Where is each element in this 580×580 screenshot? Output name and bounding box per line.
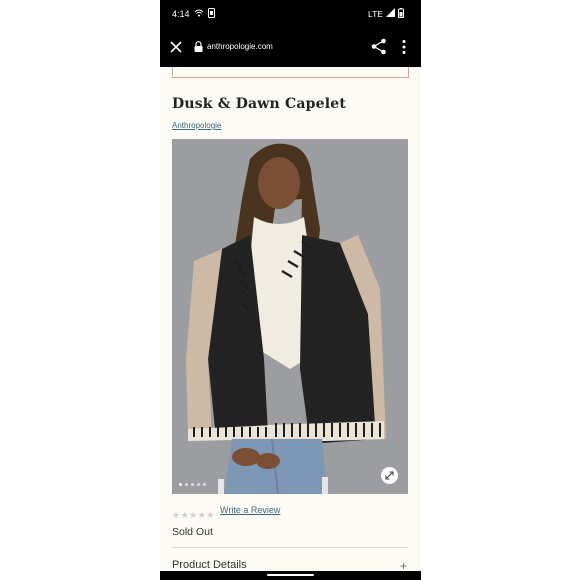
- brand-link[interactable]: Anthropologie: [172, 121, 221, 130]
- share-icon[interactable]: [371, 38, 387, 55]
- previous-section-box: [172, 67, 409, 78]
- gesture-bar: [160, 571, 421, 580]
- product-details-toggle[interactable]: Product Details: [172, 559, 247, 571]
- star-icon: ★: [180, 510, 189, 520]
- gallery-dot[interactable]: [179, 483, 182, 486]
- model-photo: [172, 139, 408, 494]
- product-image[interactable]: [172, 139, 408, 494]
- star-icon: ★: [206, 510, 215, 520]
- browser-toolbar: anthropologie.com: [160, 27, 421, 67]
- gallery-dot[interactable]: [191, 483, 194, 486]
- product-title: Dusk & Dawn Capelet: [172, 96, 347, 112]
- close-icon[interactable]: [168, 39, 184, 55]
- network-label: LTE: [368, 9, 383, 19]
- star-icon: ★: [197, 510, 206, 520]
- sim-icon: [208, 8, 215, 18]
- status-bar: 4:14 LTE: [160, 0, 421, 27]
- signal-icon: [386, 8, 395, 17]
- star-icon: ★: [189, 510, 198, 520]
- star-icon: ★: [172, 510, 181, 520]
- more-vert-icon[interactable]: [400, 39, 408, 55]
- stock-status: Sold Out: [172, 526, 213, 538]
- wifi-calling-icon: [194, 9, 204, 17]
- gallery-dot[interactable]: [203, 483, 206, 486]
- expand-image-button[interactable]: [381, 467, 398, 484]
- status-time: 4:14: [172, 9, 190, 19]
- lock-icon: [194, 41, 203, 52]
- divider: [172, 547, 408, 548]
- gallery-dot[interactable]: [185, 483, 188, 486]
- star-rating: ★★★★★: [172, 505, 215, 520]
- url-text[interactable]: anthropologie.com: [207, 42, 273, 51]
- gallery-dot[interactable]: [197, 483, 200, 486]
- phone-screen: 4:14 LTE anthropologie.com Dusk & Dawn C…: [160, 0, 421, 580]
- write-review-link[interactable]: Write a Review: [220, 505, 280, 515]
- battery-icon: [398, 8, 404, 18]
- expand-icon: [385, 471, 394, 480]
- home-indicator[interactable]: [267, 574, 314, 576]
